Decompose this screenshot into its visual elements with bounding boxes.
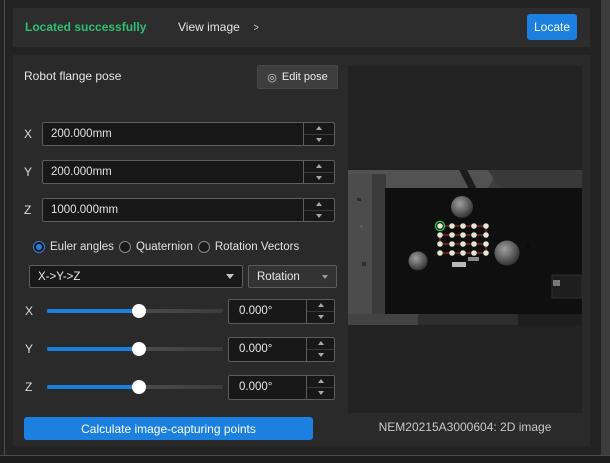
rotation-slider-row-z: Z 0.000° [25, 374, 335, 400]
z-field-label: Z [24, 203, 32, 217]
arrow-down-icon [317, 315, 324, 319]
slider-track-fill [47, 309, 139, 313]
arrow-up-icon [316, 164, 322, 169]
locate-button[interactable]: Locate [527, 14, 577, 40]
board-label [452, 262, 466, 267]
slider-z-spinner [306, 375, 334, 399]
slider-track-fill [47, 347, 139, 351]
calculate-image-capturing-points-button[interactable]: Calculate image-capturing points [24, 417, 313, 440]
radio-euler-angles-label: Euler angles [50, 240, 114, 253]
radio-rotation-vectors[interactable] [197, 240, 210, 253]
y-angle-up-button[interactable] [307, 338, 334, 350]
z-spinner-down-button[interactable] [304, 211, 334, 222]
x-angle-down-button[interactable] [307, 312, 334, 323]
arrow-down-icon [316, 175, 322, 180]
slider-z[interactable] [47, 374, 223, 400]
arrow-up-icon [317, 303, 324, 307]
slider-x[interactable] [47, 298, 223, 324]
z-field-input[interactable]: 1000.000mm [42, 198, 303, 222]
pose-field-y: Y 200.000mm [24, 160, 335, 184]
view-image-label: View image [178, 20, 240, 34]
image-viewer [348, 66, 582, 413]
euler-order-value: X->Y->Z [38, 270, 81, 283]
x-field-input[interactable]: 200.000mm [42, 122, 303, 146]
sphere-top [451, 196, 473, 218]
arrow-up-icon [316, 202, 322, 207]
chevron-down-icon [322, 274, 328, 279]
slider-y-value-box: 0.000° [228, 336, 335, 362]
slider-y[interactable] [47, 336, 223, 362]
chevron-down-icon [226, 274, 234, 279]
y-spinner-up-button[interactable] [304, 161, 334, 173]
slider-handle[interactable] [131, 342, 146, 356]
arrow-down-icon [317, 391, 324, 395]
app-window: Located successfully View image > Locate… [0, 0, 610, 463]
robot-flange-pose-panel: Robot flange pose ◎ Edit pose X 200.000m… [13, 55, 590, 446]
slider-y-spinner [306, 337, 334, 361]
chevron-right-icon: > [253, 22, 259, 34]
view-image-link[interactable]: View image > [178, 8, 260, 47]
pose-field-z: Z 1000.000mm [24, 198, 335, 222]
radio-quaternion[interactable] [118, 240, 131, 253]
slider-x-label: X [25, 304, 34, 318]
window-left-divider [4, 0, 5, 463]
edit-pose-label: Edit pose [281, 71, 328, 83]
y-field-input[interactable]: 200.000mm [42, 160, 303, 184]
y-spinner-down-button[interactable] [304, 173, 334, 184]
y-angle-down-button[interactable] [307, 350, 334, 361]
sphere-left [408, 251, 428, 271]
rotation-type-select[interactable]: Rotation [248, 265, 337, 288]
z-spinner-up-button[interactable] [304, 199, 334, 211]
arrow-up-icon [317, 379, 324, 383]
camera-image-caption: NEM20215A3000604: 2D image [378, 420, 552, 434]
edit-pose-button[interactable]: ◎ Edit pose [257, 65, 338, 89]
status-text: Located successfully [25, 20, 147, 34]
window-bottom-edge [0, 456, 610, 463]
dark-box [551, 274, 582, 299]
arrow-up-icon [317, 341, 324, 345]
z-field-spinner [303, 198, 335, 222]
rotation-format-group: Euler angles Quaternion Rotation Vectors [33, 239, 304, 254]
slider-z-label: Z [25, 380, 33, 394]
arrow-down-icon [316, 137, 322, 142]
x-field-spinner [303, 122, 335, 146]
x-angle-up-button[interactable] [307, 300, 334, 312]
rotation-slider-row-y: Y 0.000° [25, 336, 335, 362]
x-spinner-down-button[interactable] [304, 135, 334, 146]
slider-x-value[interactable]: 0.000° [229, 300, 306, 323]
slider-y-label: Y [25, 342, 34, 356]
gray-band-streak [372, 174, 386, 325]
arrow-down-icon [316, 213, 322, 218]
sphere-right [494, 240, 520, 266]
slider-handle[interactable] [131, 380, 146, 394]
z-angle-down-button[interactable] [307, 388, 334, 399]
euler-order-select[interactable]: X->Y->Z [29, 265, 243, 288]
x-field-label: X [24, 127, 33, 141]
panel-title: Robot flange pose [24, 69, 122, 83]
arrow-down-icon [317, 353, 324, 357]
y-field-spinner [303, 160, 335, 184]
slider-y-value[interactable]: 0.000° [229, 338, 306, 361]
window-right-edge [601, 0, 610, 463]
rotation-type-value: Rotation [257, 270, 300, 283]
pose-field-x: X 200.000mm [24, 122, 335, 146]
y-field-label: Y [24, 165, 33, 179]
board-label-small [468, 257, 479, 261]
slider-handle[interactable] [131, 304, 146, 318]
x-spinner-up-button[interactable] [304, 123, 334, 135]
slider-z-value-box: 0.000° [228, 374, 335, 400]
edit-pose-icon: ◎ [267, 71, 277, 84]
slider-z-value[interactable]: 0.000° [229, 376, 306, 399]
slider-x-value-box: 0.000° [228, 298, 335, 324]
slider-x-spinner [306, 299, 334, 323]
status-bar: Located successfully View image > Locate [13, 8, 590, 47]
radio-rotation-vectors-label: Rotation Vectors [214, 240, 300, 253]
z-angle-up-button[interactable] [307, 376, 334, 388]
radio-quaternion-label: Quaternion [135, 240, 193, 253]
radio-euler-angles[interactable] [33, 240, 45, 253]
camera-2d-image [348, 170, 582, 325]
slider-track-fill [47, 385, 139, 389]
rotation-slider-row-x: X 0.000° [25, 298, 335, 324]
arrow-up-icon [316, 126, 322, 131]
